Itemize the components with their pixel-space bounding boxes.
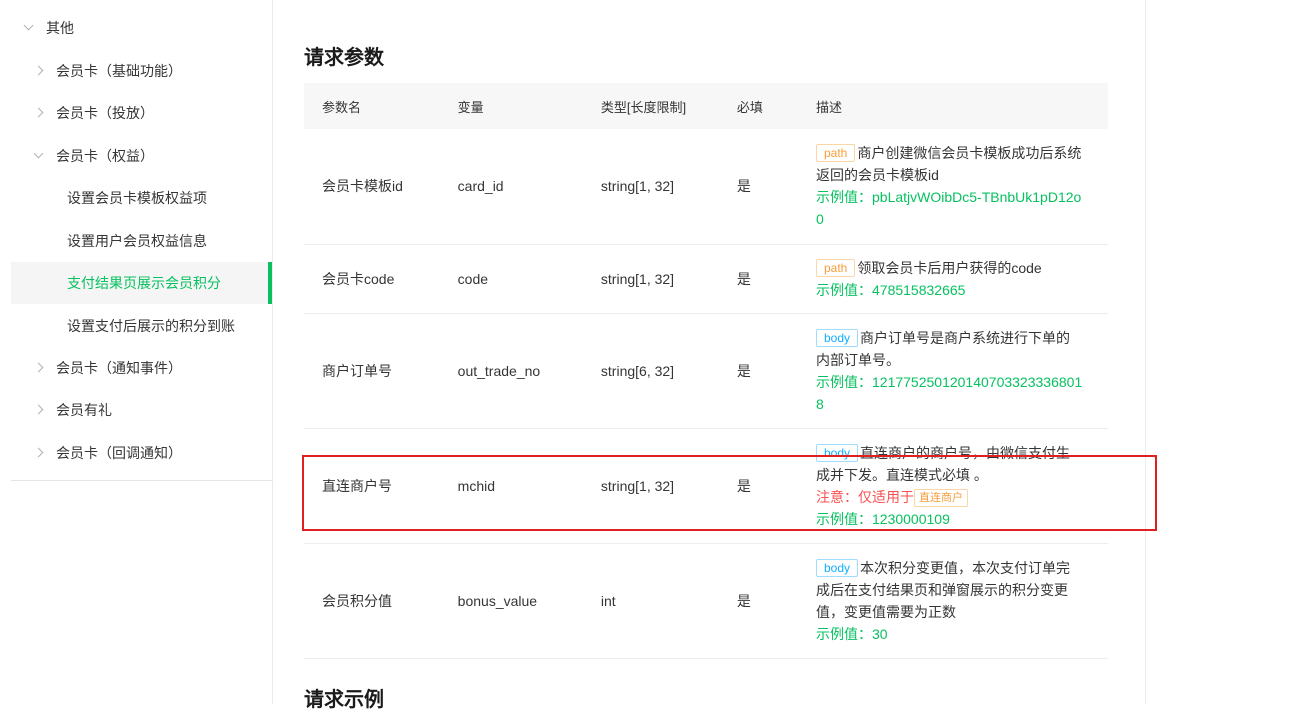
example-value: 示例值：1217752501201407033233368018 bbox=[816, 373, 1083, 412]
sidebar-item-set-template-rights[interactable]: 设置会员卡模板权益项 bbox=[67, 177, 207, 219]
path-tag: path bbox=[816, 144, 856, 163]
chevron-right-icon bbox=[32, 446, 46, 460]
cell-required: 是 bbox=[736, 543, 816, 659]
body-tag: body bbox=[816, 328, 859, 347]
cell-required: 是 bbox=[736, 428, 816, 544]
header-param-name: 参数名 bbox=[304, 83, 458, 129]
table-header-row: 参数名 变量 类型[长度限制] 必填 描述 bbox=[304, 83, 1108, 129]
cell-type: string[6, 32] bbox=[600, 313, 737, 429]
cell-type: string[1, 32] bbox=[600, 428, 737, 544]
page-title: 请求参数 bbox=[304, 47, 384, 69]
table-row: 会员卡模板id card_id string[1, 32] 是 path 商户创建… bbox=[304, 129, 1108, 245]
cell-param-name: 会员卡模板id bbox=[304, 129, 458, 245]
cell-type: string[1, 32] bbox=[600, 244, 737, 314]
example-value: 示例值：30 bbox=[816, 625, 888, 642]
description-text: 商户创建微信会员卡模板成功后系统返回的会员卡模板id bbox=[816, 145, 1082, 184]
header-variable: 变量 bbox=[457, 83, 601, 129]
cell-required: 是 bbox=[736, 313, 816, 429]
cell-description: body 直连商户的商户号，由微信支付生成并下发。直连模式必填 。 注意：仅适用于… bbox=[816, 428, 1108, 544]
example-value: 示例值：1230000109 bbox=[816, 510, 950, 527]
cell-variable: mchid bbox=[457, 428, 601, 544]
cell-variable: card_id bbox=[457, 129, 601, 245]
path-tag: path bbox=[816, 258, 856, 277]
section-title-request-example: 请求示例 bbox=[304, 689, 384, 711]
sidebar-item-card-basic[interactable]: 会员卡（基础功能） bbox=[32, 50, 182, 92]
content-right-border bbox=[1145, 0, 1146, 704]
sidebar-item-member-gift[interactable]: 会员有礼 bbox=[32, 389, 112, 431]
cell-type: int bbox=[600, 543, 737, 659]
cell-description: body 商户订单号是商户系统进行下单的内部订单号。 示例值：1217752501… bbox=[816, 313, 1108, 429]
sidebar-item-card-delivery[interactable]: 会员卡（投放） bbox=[32, 92, 154, 134]
chevron-right-icon bbox=[32, 106, 46, 120]
header-required: 必填 bbox=[736, 83, 816, 129]
chevron-right-icon bbox=[32, 361, 46, 375]
header-type: 类型[长度限制] bbox=[600, 83, 737, 129]
cell-type: string[1, 32] bbox=[600, 129, 737, 245]
cell-description: body 本次积分变更值，本次支付订单完成后在支付结果页和弹窗展示的积分变更值，变… bbox=[816, 543, 1108, 659]
header-description: 描述 bbox=[816, 83, 1108, 129]
sidebar-item-points-arrival[interactable]: 设置支付后展示的积分到账 bbox=[67, 305, 235, 347]
params-table: 参数名 变量 类型[长度限制] 必填 描述 会员卡模板id card_id st… bbox=[304, 83, 1108, 659]
chevron-right-icon bbox=[32, 403, 46, 417]
table-row: 商户订单号 out_trade_no string[6, 32] 是 body 商… bbox=[304, 313, 1108, 429]
table-row: 会员积分值 bonus_value int 是 body 本次积分变更值，本次支付… bbox=[304, 543, 1108, 659]
cell-description: path 领取会员卡后用户获得的code 示例值：478515832665 bbox=[816, 244, 1108, 314]
sidebar-item-other[interactable]: 其他 bbox=[22, 7, 74, 49]
description-text: 领取会员卡后用户获得的code bbox=[857, 259, 1042, 276]
cell-required: 是 bbox=[736, 244, 816, 314]
cell-variable: code bbox=[457, 244, 601, 314]
example-value: 示例值：pbLatjvWOibDc5-TBnbUk1pD12o0 bbox=[816, 189, 1082, 228]
sidebar-nav: 其他 会员卡（基础功能） 会员卡（投放） 会员卡（权益） 设置会员卡模板权益项 … bbox=[0, 0, 273, 704]
chevron-down-icon bbox=[32, 149, 46, 163]
body-tag: body bbox=[816, 443, 859, 462]
cell-param-name: 直连商户号 bbox=[304, 428, 458, 544]
cell-required: 是 bbox=[736, 129, 816, 245]
sidebar-item-card-callback[interactable]: 会员卡（回调通知） bbox=[32, 432, 182, 474]
cell-param-name: 会员积分值 bbox=[304, 543, 458, 659]
merchant-tag: 直连商户 bbox=[914, 488, 968, 507]
sidebar-item-pay-result-points[interactable]: 支付结果页展示会员积分 bbox=[11, 262, 272, 304]
cell-variable: bonus_value bbox=[457, 543, 601, 659]
warning-text: 注意：仅适用于 bbox=[816, 488, 914, 505]
cell-param-name: 会员卡code bbox=[304, 244, 458, 314]
chevron-down-icon bbox=[22, 21, 36, 35]
sidebar-item-set-user-rights[interactable]: 设置用户会员权益信息 bbox=[67, 220, 207, 262]
cell-param-name: 商户订单号 bbox=[304, 313, 458, 429]
body-tag: body bbox=[816, 558, 859, 577]
cell-description: path 商户创建微信会员卡模板成功后系统返回的会员卡模板id 示例值：pbLat… bbox=[816, 129, 1108, 245]
sidebar-item-card-events[interactable]: 会员卡（通知事件） bbox=[32, 347, 182, 389]
chevron-right-icon bbox=[32, 64, 46, 78]
cell-variable: out_trade_no bbox=[457, 313, 601, 429]
sidebar-item-card-rights[interactable]: 会员卡（权益） bbox=[32, 135, 154, 177]
table-row: 会员卡code code string[1, 32] 是 path 领取会员卡后用… bbox=[304, 244, 1108, 314]
example-value: 示例值：478515832665 bbox=[816, 281, 966, 298]
sidebar-divider bbox=[11, 480, 273, 481]
table-row: 直连商户号 mchid string[1, 32] 是 body 直连商户的商户号… bbox=[304, 428, 1108, 544]
